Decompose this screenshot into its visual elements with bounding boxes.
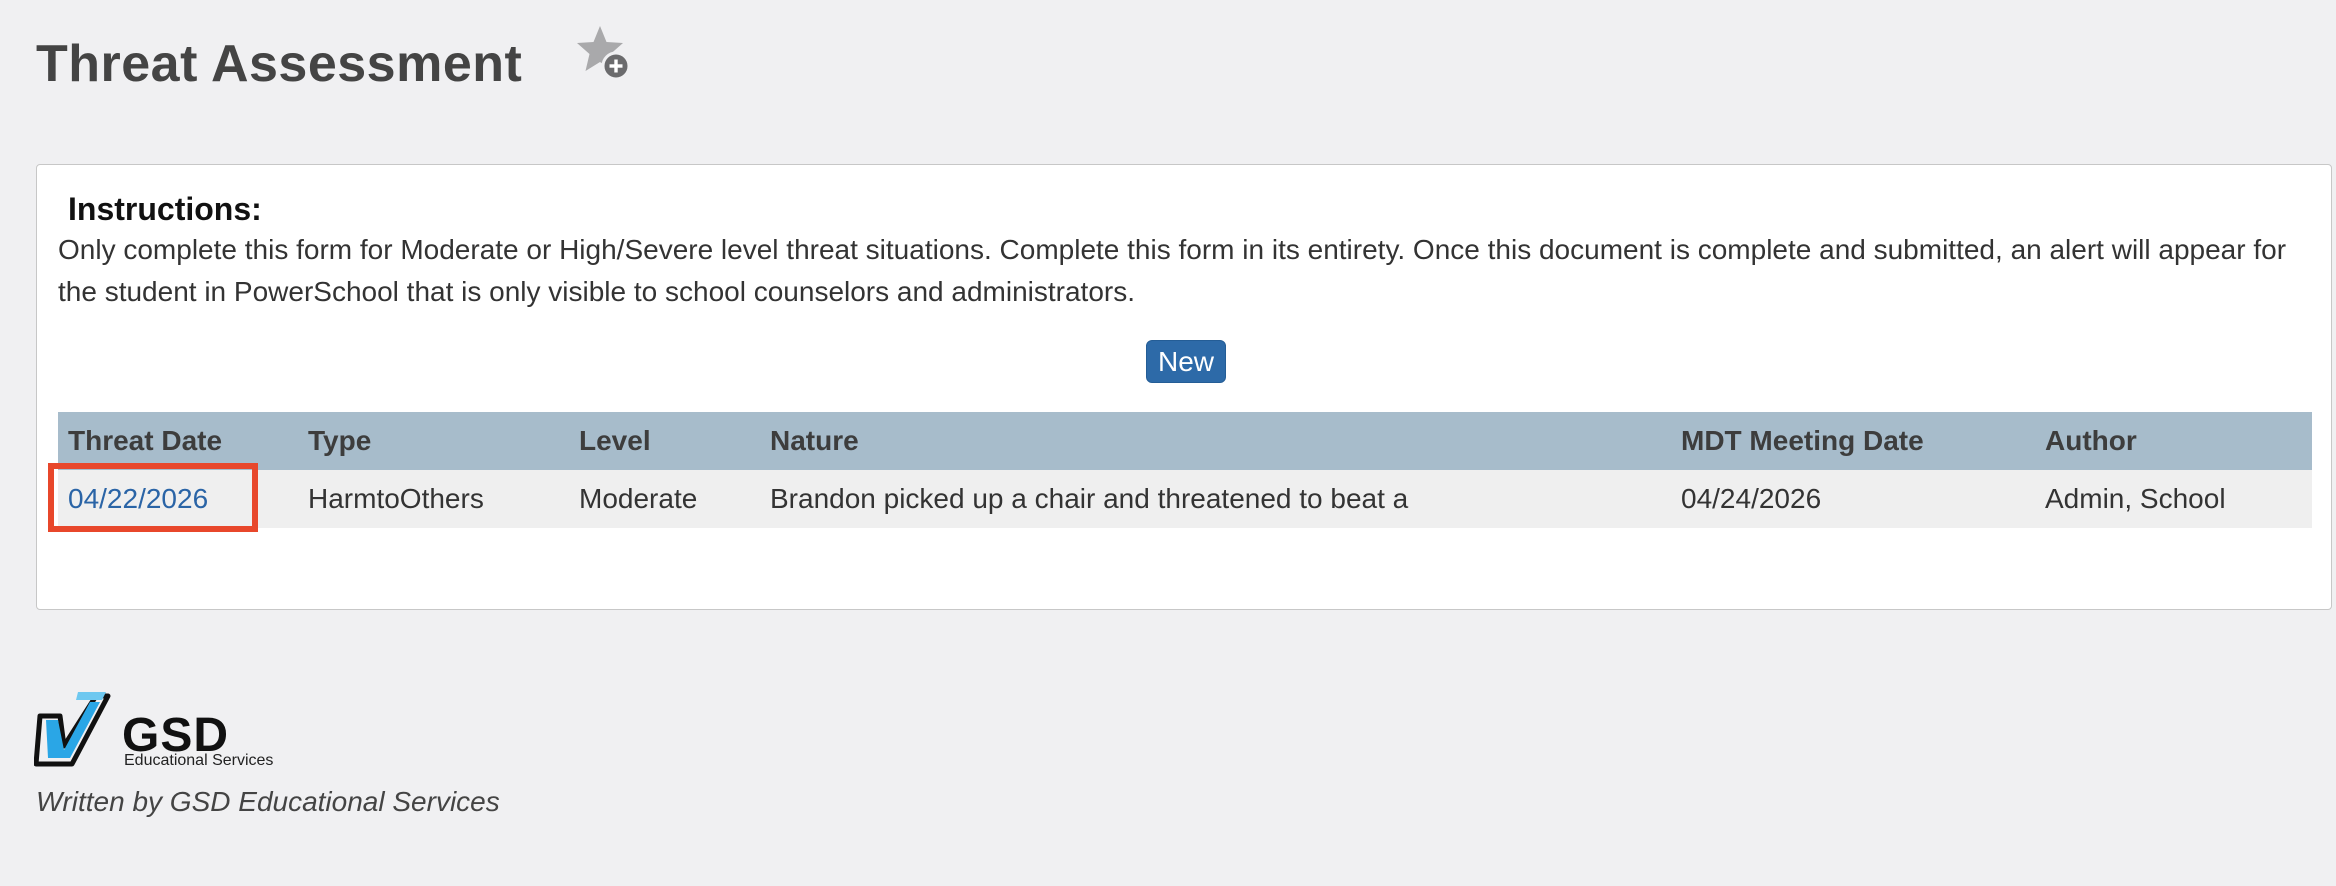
cell-mdt-meeting-date: 04/24/2026 [1681, 483, 1822, 514]
cell-level: Moderate [579, 483, 698, 514]
column-type[interactable]: Type [298, 412, 569, 470]
logo-subtitle: Educational Services [124, 752, 274, 769]
page-title: Threat Assessment [36, 35, 523, 93]
instructions-heading: Instructions: [68, 191, 262, 227]
cell-author: Admin, School [2045, 483, 2226, 514]
cell-type: HarmtoOthers [308, 483, 484, 514]
star-plus-icon[interactable] [574, 24, 634, 84]
threat-assessment-panel: Instructions: Only complete this form fo… [36, 164, 2332, 610]
title-row: Threat Assessment [36, 24, 634, 104]
threat-table: Threat Date Type Level Nature MDT Meetin… [58, 412, 2312, 528]
column-author[interactable]: Author [2035, 412, 2312, 470]
page: Threat Assessment Instructions: Only com… [0, 0, 2336, 886]
column-mdt-meeting-date[interactable]: MDT Meeting Date [1671, 412, 2035, 470]
column-level[interactable]: Level [569, 412, 760, 470]
table-header-row: Threat Date Type Level Nature MDT Meetin… [58, 412, 2312, 470]
table-row: 04/22/2026 HarmtoOthers Moderate Brandon… [58, 470, 2312, 528]
threat-date-link[interactable]: 04/22/2026 [68, 483, 208, 514]
column-threat-date[interactable]: Threat Date [58, 412, 298, 470]
new-button[interactable]: New [1146, 340, 1226, 383]
cell-nature: Brandon picked up a chair and threatened… [770, 483, 1409, 514]
gsd-checkmark-icon [34, 692, 111, 767]
instructions-text: Only complete this form for Moderate or … [58, 234, 2287, 307]
table-header: Threat Date Type Level Nature MDT Meetin… [58, 412, 2312, 470]
written-by-text: Written by GSD Educational Services [36, 786, 500, 817]
gsd-logo: GSD Educational Services [34, 690, 294, 776]
column-nature[interactable]: Nature [760, 412, 1671, 470]
cell-threat-date: 04/22/2026 [58, 470, 298, 528]
